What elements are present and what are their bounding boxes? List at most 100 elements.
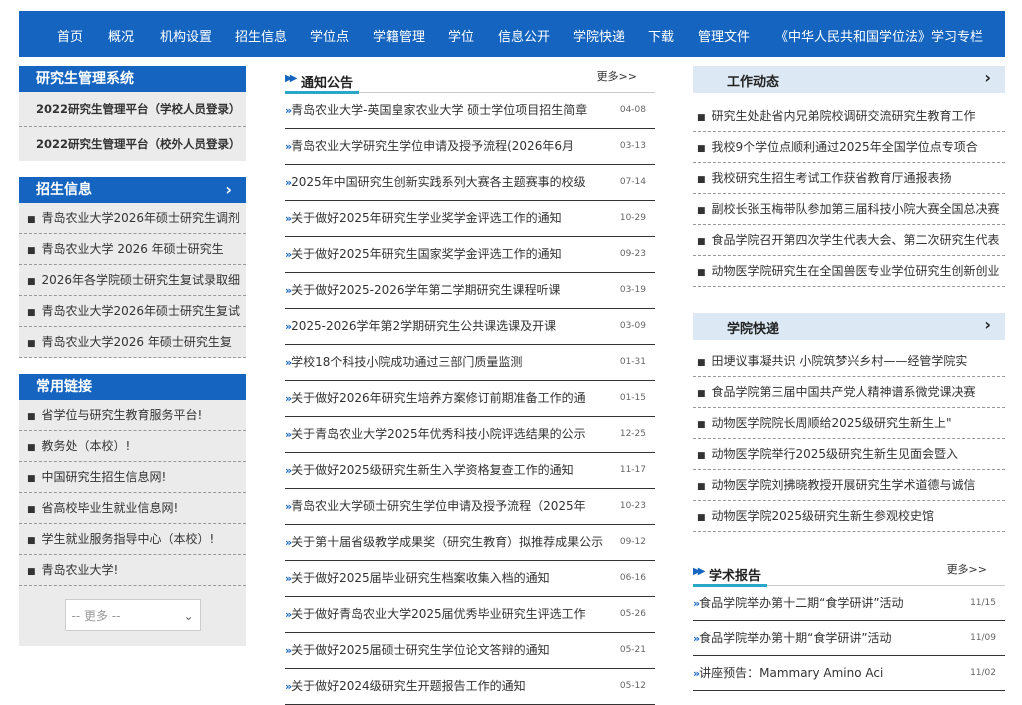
nav-item-9[interactable]: 下载 [648, 26, 674, 45]
work-item[interactable]: ■ 我校9个学位点顺利通过2025年全国学位点专项合 [693, 132, 1005, 163]
link-item-label: 省高校毕业生就业信息网! [41, 501, 179, 515]
notice-item[interactable]: » 关于做好2026年研究生培养方案修订前期准备工作的通 01-15 [285, 381, 655, 417]
academic-more-link[interactable]: 更多>> [947, 561, 987, 577]
bullet-icon: ■ [697, 237, 706, 247]
link-item[interactable]: ■ 青岛农业大学! [19, 555, 246, 586]
work-title: 工作动态 [727, 75, 780, 90]
admissions-box-header[interactable]: 招生信息 › [19, 177, 246, 203]
work-item[interactable]: ■ 研究生处赴省内兄弟院校调研交流研究生教育工作 [693, 101, 1005, 132]
academic-item[interactable]: » 食品学院举办第十期“食学研讲”活动 11/09 [693, 621, 1005, 656]
chevron-right-icon[interactable]: › [984, 68, 991, 87]
college-item-label: 动物医学院刘拂晓教授开展研究生学术道德与诚信 [711, 478, 976, 492]
chevron-right-icon[interactable]: › [984, 315, 991, 334]
academic-item[interactable]: » 讲座预告：Mammary Amino Aci 11/02 [693, 656, 1005, 691]
notice-item-title: 关于青岛农业大学2025年优秀科技小院评选结果的公示 [291, 427, 586, 441]
link-item[interactable]: ■ 教务处（本校）! [19, 431, 246, 462]
link-item-label: 教务处（本校）! [41, 439, 131, 453]
double-chevron-icon: » [285, 284, 292, 297]
bullet-icon: ■ [697, 206, 706, 216]
academic-item-title: 食品学院举办第十期“食学研讲”活动 [699, 631, 892, 645]
notice-item[interactable]: » 关于做好2025年研究生国家奖学金评选工作的通知 09-23 [285, 237, 655, 273]
notice-item[interactable]: » 关于做好2024级研究生开题报告工作的通知 05-12 [285, 669, 655, 705]
nav-item-7[interactable]: 信息公开 [498, 26, 550, 45]
academic-item[interactable]: » 食品学院举办第十二期“食学研讲”活动 11/15 [693, 586, 1005, 621]
bullet-icon: ■ [697, 420, 706, 430]
work-header[interactable]: 工作动态 › [693, 66, 1005, 93]
double-chevron-icon: » [285, 140, 292, 153]
link-item-label: 省学位与研究生教育服务平台! [41, 408, 203, 422]
college-item[interactable]: ■ 动物医学院举行2025级研究生新生见面会暨入 [693, 439, 1005, 470]
academic-item-date: 11/15 [970, 598, 996, 608]
work-item[interactable]: ■ 动物医学院研究生在全国兽医专业学位研究生创新创业 [693, 256, 1005, 287]
notice-item[interactable]: » 关于做好2025年研究生学业奖学金评选工作的通知 10-29 [285, 201, 655, 237]
college-item[interactable]: ■ 动物医学院刘拂晓教授开展研究生学术道德与诚信 [693, 470, 1005, 501]
notice-item-title: 青岛农业大学硕士研究生学位申请及授予流程（2025年 [291, 499, 586, 513]
notice-item[interactable]: » 2025年中国研究生创新实践系列大赛各主题赛事的校级 07-14 [285, 165, 655, 201]
notice-item[interactable]: » 青岛农业大学硕士研究生学位申请及授予流程（2025年 10-23 [285, 489, 655, 525]
notice-item[interactable]: » 关于做好2025届毕业研究生档案收集入档的通知 06-16 [285, 561, 655, 597]
work-item[interactable]: ■ 食品学院召开第四次学生代表大会、第二次研究生代表 [693, 225, 1005, 256]
notice-item-date: 06-16 [619, 573, 646, 583]
admissions-item[interactable]: ■ 青岛农业大学2026年硕士研究生复试 [19, 296, 246, 327]
college-item[interactable]: ■ 田埂议事凝共识 小院筑梦兴乡村——经管学院实 [693, 346, 1005, 377]
notice-item-date: 10-23 [619, 501, 646, 511]
work-item[interactable]: ■ 副校长张玉梅带队参加第三届科技小院大赛全国总决赛 [693, 194, 1005, 225]
chevron-right-icon[interactable]: › [225, 177, 232, 203]
double-chevron-icon: » [285, 500, 292, 513]
college-item[interactable]: ■ 动物医学院院长周顺给2025级研究生新生上" [693, 408, 1005, 439]
notice-item[interactable]: » 关于做好2025届硕士研究生学位论文答辩的通知 05-21 [285, 633, 655, 669]
admissions-item[interactable]: ■ 青岛农业大学2026 年硕士研究生复 [19, 327, 246, 358]
nav-item-6[interactable]: 学位 [448, 26, 474, 45]
double-chevron-icon: » [285, 608, 292, 621]
college-item[interactable]: ■ 食品学院第三届中国共产党人精神谱系微党课决赛 [693, 377, 1005, 408]
link-item-label: 学生就业服务指导中心（本校）! [41, 532, 215, 546]
college-item-label: 动物医学院院长周顺给2025级研究生新生上" [711, 416, 952, 430]
link-item[interactable]: ■ 学生就业服务指导中心（本校）! [19, 524, 246, 555]
nav-item-10[interactable]: 管理文件 [698, 26, 750, 45]
bullet-icon: ■ [27, 215, 36, 225]
notice-item-title: 青岛农业大学研究生学位申请及授予流程(2026年6月 [291, 139, 574, 153]
nav-item-8[interactable]: 学院快递 [573, 26, 625, 45]
nav-item-4[interactable]: 学位点 [310, 26, 349, 45]
college-header[interactable]: 学院快递 › [693, 313, 1005, 340]
bullet-icon: ■ [27, 567, 36, 577]
link-item[interactable]: ■ 中国研究生招生信息网! [19, 462, 246, 493]
admissions-item[interactable]: ■ 2026年各学院硕士研究生复试录取细 [19, 265, 246, 296]
notice-item[interactable]: » 2025-2026学年第2学期研究生公共课选课及开课 03-09 [285, 309, 655, 345]
notice-item-date: 09-23 [619, 249, 646, 259]
double-chevron-icon: » [285, 464, 292, 477]
link-item[interactable]: ■ 省学位与研究生教育服务平台! [19, 400, 246, 431]
notice-item[interactable]: » 关于做好青岛农业大学2025届优秀毕业研究生评选工作 05-26 [285, 597, 655, 633]
nav-item-5[interactable]: 学籍管理 [373, 26, 425, 45]
academic-title: 学术报告 [709, 569, 762, 584]
nav-item-0[interactable]: 首页 [57, 26, 83, 45]
notice-item-date: 03-19 [619, 285, 646, 295]
notices-more-link[interactable]: 更多>> [597, 68, 637, 84]
work-item[interactable]: ■ 我校研究生招生考试工作获省教育厅通报表扬 [693, 163, 1005, 194]
work-item-label: 研究生处赴省内兄弟院校调研交流研究生教育工作 [711, 109, 976, 123]
more-links-select[interactable]: -- 更多 -- ⌄ [64, 599, 201, 631]
bullet-icon: ■ [27, 536, 36, 546]
admissions-item[interactable]: ■ 青岛农业大学2026年硕士研究生调剂 [19, 203, 246, 234]
admissions-item[interactable]: ■ 青岛农业大学 2026 年硕士研究生 [19, 234, 246, 265]
notice-item[interactable]: » 关于做好2025-2026学年第二学期研究生课程听课 03-19 [285, 273, 655, 309]
college-item[interactable]: ■ 动物医学院2025级研究生新生参观校史馆 [693, 501, 1005, 532]
bullet-icon: ■ [27, 412, 36, 422]
notice-item-title: 关于第十届省级教学成果奖（研究生教育）拟推荐成果公示 [291, 535, 604, 549]
system-link-school[interactable]: 2022研究生管理平台（学校人员登录） [19, 92, 246, 127]
notice-item[interactable]: » 关于青岛农业大学2025年优秀科技小院评选结果的公示 12-25 [285, 417, 655, 453]
nav-item-2[interactable]: 机构设置 [160, 26, 212, 45]
notice-item[interactable]: » 关于做好2025级研究生新生入学资格复查工作的通知 11-17 [285, 453, 655, 489]
nav-item-3[interactable]: 招生信息 [235, 26, 287, 45]
right-column: 工作动态 › ■ 研究生处赴省内兄弟院校调研交流研究生教育工作 ■ 我校9个学位点顺利… [693, 66, 1005, 532]
notice-item[interactable]: » 学校18个科技小院成功通过三部门质量监测 01-31 [285, 345, 655, 381]
notice-item[interactable]: » 青岛农业大学-英国皇家农业大学 硕士学位项目招生简章 04-08 [285, 93, 655, 129]
system-link-external[interactable]: 2022研究生管理平台（校外人员登录） [19, 127, 246, 161]
notice-item[interactable]: » 青岛农业大学研究生学位申请及授予流程(2026年6月 03-13 [285, 129, 655, 165]
academic-section: ▶▶ 学术报告 更多>> » 食品学院举办第十二期“食学研讲”活动 11/15» 食品… [693, 559, 1005, 691]
notice-item[interactable]: » 关于第十届省级教学成果奖（研究生教育）拟推荐成果公示 09-12 [285, 525, 655, 561]
nav-item-1[interactable]: 概况 [108, 26, 134, 45]
link-item[interactable]: ■ 省高校毕业生就业信息网! [19, 493, 246, 524]
nav-item-11[interactable]: 《中华人民共和国学位法》学习专栏 [775, 26, 983, 45]
notices-header: ▶▶ 通知公告 更多>> [285, 66, 655, 94]
